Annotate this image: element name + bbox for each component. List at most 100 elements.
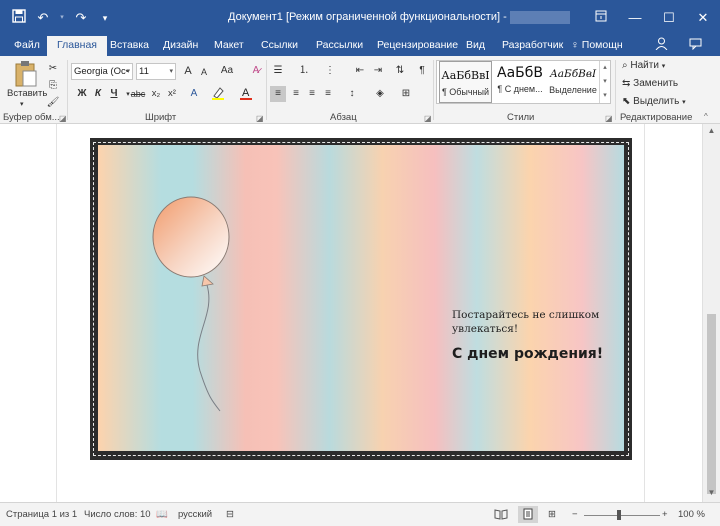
chevron-down-icon[interactable]: ▾	[600, 75, 610, 89]
macro-record-icon[interactable]: ⊟	[226, 509, 234, 520]
search-icon: ⌕	[622, 60, 628, 71]
tab-home[interactable]: Главная	[47, 36, 107, 57]
bullets-icon[interactable]: ☰	[270, 63, 286, 79]
show-formatting-icon[interactable]: ¶	[414, 63, 430, 79]
scroll-down-icon[interactable]: ▼	[703, 488, 720, 497]
borders-icon[interactable]: ⊞	[398, 86, 414, 102]
styles-scroll[interactable]: ▴ ▾ ▾	[599, 61, 610, 103]
zoom-slider-thumb[interactable]	[617, 510, 621, 520]
word-count[interactable]: Число слов: 10	[84, 509, 151, 520]
style-normal[interactable]: АаБбВвI ¶ Обычный	[439, 61, 492, 103]
paste-dropdown-icon[interactable]: ▾	[20, 100, 24, 108]
save-icon[interactable]	[10, 9, 28, 27]
text-effects-icon[interactable]: A	[186, 86, 202, 102]
quick-access-toolbar: ↶ ▾ ↷ ▾	[10, 9, 114, 27]
read-mode-icon[interactable]	[494, 509, 508, 523]
account-icon[interactable]	[652, 37, 670, 55]
replace-icon: ⇆	[622, 78, 631, 89]
tab-view[interactable]: Вид	[466, 36, 485, 56]
subscript-button[interactable]: x₂	[148, 86, 164, 102]
style-emphasis[interactable]: АаБбВвI Выделение	[548, 61, 598, 103]
font-color-icon[interactable]: A	[238, 86, 254, 102]
italic-button[interactable]: К	[90, 86, 106, 102]
paragraph-launcher-icon[interactable]: ◪	[424, 114, 432, 123]
bold-button[interactable]: Ж	[74, 86, 90, 102]
font-launcher-icon[interactable]: ◪	[256, 114, 264, 123]
paste-button[interactable]	[14, 60, 38, 91]
language-label[interactable]: русский	[178, 509, 212, 520]
align-center-icon[interactable]: ≡	[288, 86, 304, 102]
font-size-select[interactable]: 11 ▾	[136, 63, 176, 80]
collapse-ribbon-icon[interactable]: ^	[704, 112, 708, 121]
find-button[interactable]: ⌕ Найти ▾	[622, 60, 665, 71]
close-button[interactable]: ✕	[686, 0, 720, 36]
numbering-icon[interactable]: ⒈	[296, 63, 312, 79]
align-right-icon[interactable]: ≡	[304, 86, 320, 102]
styles-gallery: АаБбВвI ¶ Обычный АаБбВ ¶ С днем... АаБб…	[436, 60, 611, 104]
card-message-line1[interactable]: Постарайтесь не слишком увлекаться!	[452, 308, 612, 336]
proofing-icon[interactable]: 📖	[156, 509, 168, 520]
replace-button[interactable]: ⇆ Заменить	[622, 78, 678, 89]
redo-icon[interactable]: ↷	[72, 9, 90, 27]
zoom-level[interactable]: 100 %	[678, 509, 705, 520]
select-button[interactable]: ⬉ Выделить ▾	[622, 96, 686, 107]
shading-icon[interactable]: ◈	[372, 86, 388, 102]
highlight-icon[interactable]	[210, 86, 226, 102]
print-layout-icon[interactable]	[518, 506, 538, 523]
sort-icon[interactable]: ⇅	[392, 63, 408, 79]
chevron-down-icon: ▾	[169, 68, 173, 75]
tab-references[interactable]: Ссылки	[261, 36, 298, 56]
zoom-out-icon[interactable]: −	[572, 509, 578, 520]
tab-layout[interactable]: Макет	[214, 36, 244, 56]
undo-dropdown-icon[interactable]: ▾	[58, 9, 66, 27]
format-painter-icon[interactable]: 🖌	[45, 95, 61, 111]
tell-me-box[interactable]: ♀ Помощн	[571, 36, 623, 56]
customize-qat-icon[interactable]: ▾	[96, 9, 114, 27]
strikethrough-button[interactable]: abc	[130, 86, 146, 102]
style-birthday[interactable]: АаБбВ ¶ С днем...	[494, 61, 546, 103]
decrease-indent-icon[interactable]: ⇤	[352, 63, 368, 79]
tab-developer[interactable]: Разработчик	[502, 36, 563, 56]
zoom-in-icon[interactable]: +	[662, 509, 668, 520]
change-case-button[interactable]: Aa	[216, 63, 238, 79]
tab-design[interactable]: Дизайн	[163, 36, 198, 56]
minimize-button[interactable]: —	[618, 0, 652, 36]
tab-mailings[interactable]: Рассылки	[316, 36, 363, 56]
maximize-button[interactable]: ☐	[652, 0, 686, 36]
copy-icon[interactable]: ⎘	[45, 78, 61, 94]
style-name: ¶ С днем...	[497, 84, 543, 94]
card-message-heading[interactable]: С днем рождения!	[452, 346, 603, 362]
grow-font-button[interactable]: A	[180, 63, 196, 79]
chevron-down-icon: ▾	[126, 68, 130, 75]
find-label: Найти	[630, 60, 659, 71]
scrollbar-thumb[interactable]	[707, 314, 716, 494]
lightbulb-icon: ♀	[571, 39, 579, 51]
ribbon-display-icon[interactable]	[584, 0, 618, 36]
zoom-slider[interactable]	[584, 515, 660, 516]
cut-icon[interactable]: ✂	[45, 61, 61, 77]
increase-indent-icon[interactable]: ⇥	[370, 63, 386, 79]
clear-formatting-icon[interactable]: A̷	[248, 63, 264, 79]
page-count[interactable]: Страница 1 из 1	[6, 509, 77, 520]
shrink-font-button[interactable]: A	[196, 64, 212, 80]
chevron-up-icon[interactable]: ▴	[600, 61, 610, 75]
superscript-button[interactable]: x²	[164, 86, 180, 102]
clipboard-launcher-icon[interactable]: ◪	[59, 114, 67, 123]
more-styles-icon[interactable]: ▾	[600, 89, 610, 103]
align-left-icon[interactable]: ≡	[270, 86, 286, 102]
styles-launcher-icon[interactable]: ◪	[605, 114, 613, 123]
justify-icon[interactable]: ≡	[320, 86, 336, 102]
scroll-up-icon[interactable]: ▲	[703, 126, 720, 135]
font-name-select[interactable]: Georgia (Ос• ▾	[71, 63, 133, 80]
web-layout-icon[interactable]: ⊞	[548, 509, 556, 520]
tab-file[interactable]: Файл	[14, 36, 40, 56]
multilevel-list-icon[interactable]: ⋮	[322, 63, 338, 79]
undo-icon[interactable]: ↶	[34, 9, 52, 27]
tab-insert[interactable]: Вставка	[110, 36, 149, 56]
tab-review[interactable]: Рецензирование	[377, 36, 458, 56]
select-label: Выделить	[633, 96, 680, 107]
line-spacing-icon[interactable]: ↕	[344, 86, 360, 102]
paste-label[interactable]: Вставить	[7, 88, 47, 99]
vertical-scrollbar[interactable]: ▲ ▼	[702, 124, 720, 502]
comments-icon[interactable]	[686, 37, 704, 55]
